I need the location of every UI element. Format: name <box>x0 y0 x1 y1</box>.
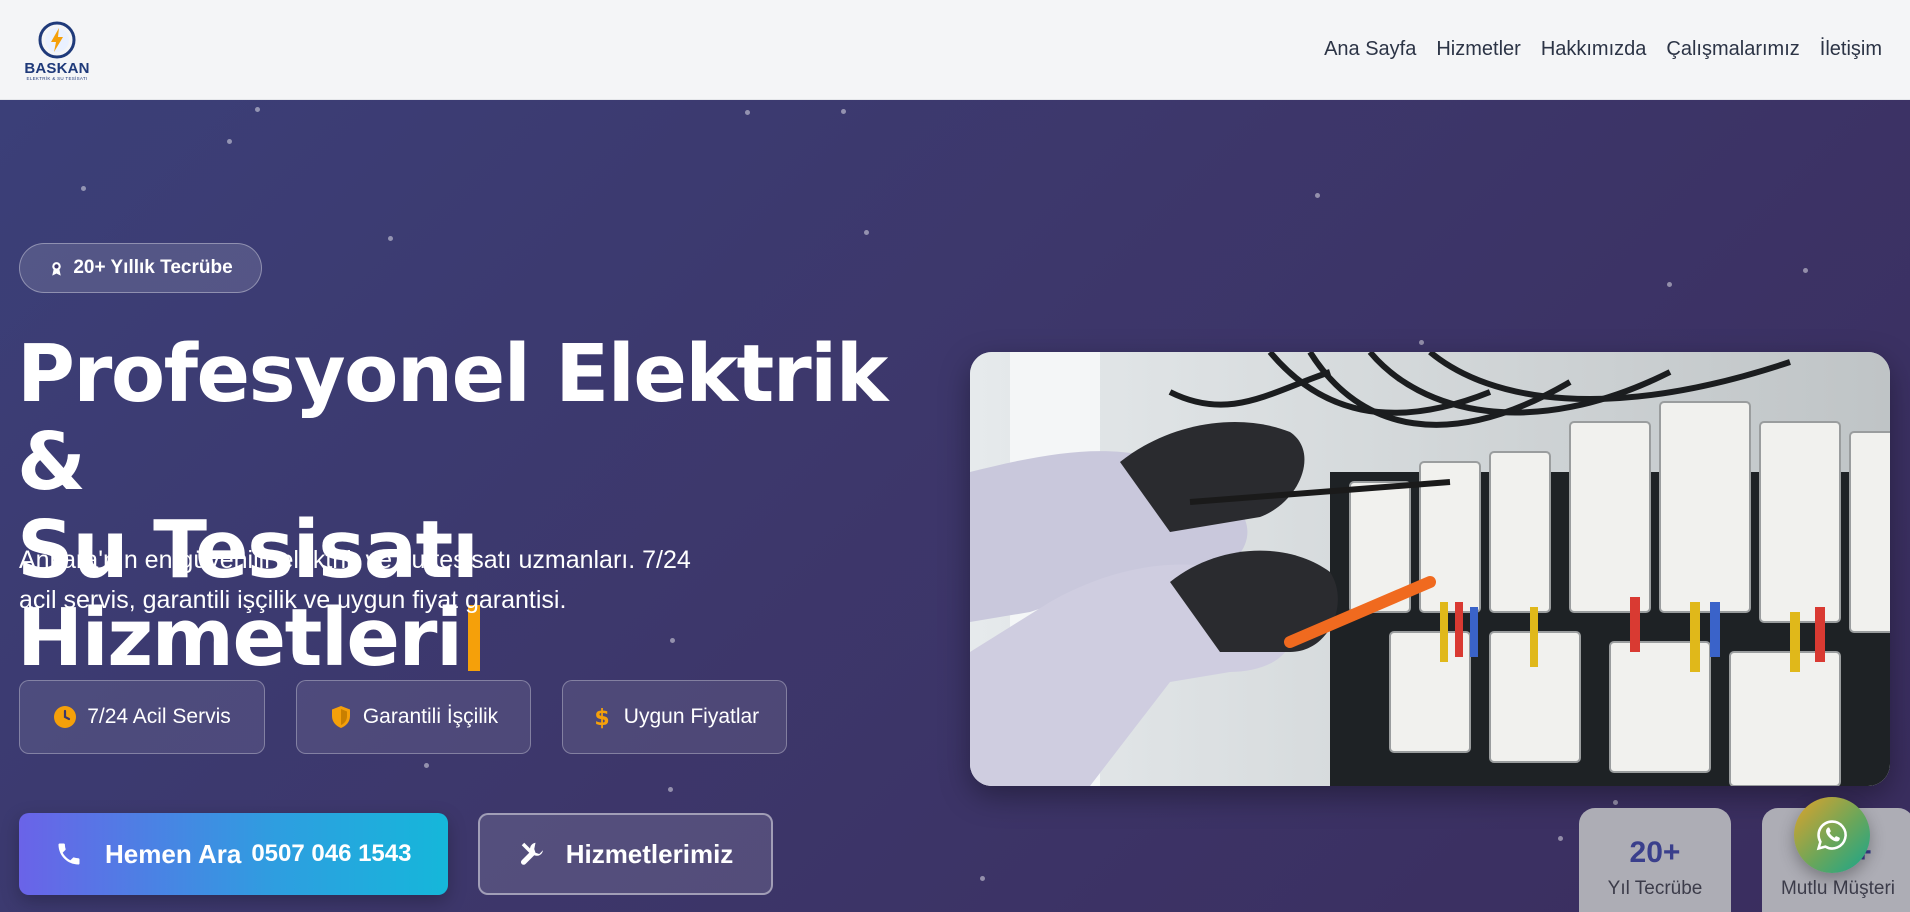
tools-icon <box>520 842 543 865</box>
decor-star <box>227 139 232 144</box>
hero-subtitle-line2: acil servis, garantili işçilik ve uygun … <box>19 586 567 614</box>
decor-star <box>980 876 985 881</box>
nav-about[interactable]: Hakkımızda <box>1541 38 1647 61</box>
nav-services[interactable]: Hizmetler <box>1436 38 1520 61</box>
shield-icon <box>331 706 350 728</box>
nav-works[interactable]: Çalışmalarımız <box>1666 38 1799 61</box>
feature-guarantee: Garantili İşçilik <box>296 680 531 754</box>
decor-star <box>255 107 260 112</box>
decor-star <box>424 763 429 768</box>
hero-title-line1: Profesyonel Elektrik & <box>17 328 888 508</box>
phone-icon <box>58 843 80 865</box>
stat-number: 20+ <box>1629 836 1681 869</box>
decor-star <box>81 186 86 191</box>
call-phone: 0507 046 1543 <box>251 840 412 867</box>
feature-emergency: 7/24 Acil Servis <box>19 680 265 754</box>
stat-label: Mutlu Müşteri <box>1780 878 1896 899</box>
electrician-photo <box>970 352 1890 786</box>
call-label: Hemen Ara <box>105 838 242 869</box>
logo[interactable]: BASKAN ELEKTRİK & SU TESİSATI <box>18 20 96 82</box>
award-icon <box>52 261 62 276</box>
nav-home[interactable]: Ana Sayfa <box>1324 38 1416 61</box>
services-button[interactable]: Hizmetlerimiz <box>478 813 773 895</box>
clock-icon <box>54 706 77 728</box>
hero-subtitle: Ankara'nın en güvenilir elektrik ve su t… <box>19 540 779 620</box>
feature-price: $ Uygun Fiyatlar <box>562 680 787 754</box>
hero-photo <box>970 352 1890 786</box>
decor-star <box>1667 282 1672 287</box>
services-label: Hizmetlerimiz <box>565 838 734 869</box>
feature-label: 7/24 Acil Servis <box>87 705 231 728</box>
feature-label: Garantili İşçilik <box>362 705 499 728</box>
main-nav: Ana Sayfa Hizmetler Hakkımızda Çalışmala… <box>1324 38 1882 61</box>
site-header: BASKAN ELEKTRİK & SU TESİSATI Ana Sayfa … <box>0 0 1910 100</box>
hero-section: 20+ Yıllık Tecrübe Profesyonel Elektrik … <box>0 100 1910 912</box>
badge-label: 20+ Yıllık Tecrübe <box>73 257 233 278</box>
whatsapp-icon <box>1816 820 1847 851</box>
stat-label: Yıl Tecrübe <box>1607 878 1703 899</box>
nav-contact[interactable]: İletişim <box>1820 38 1882 61</box>
hero-subtitle-line1: Ankara'nın en güvenilir elektrik ve su t… <box>19 546 691 574</box>
decor-star <box>1803 268 1808 273</box>
whatsapp-button[interactable] <box>1794 797 1870 873</box>
decor-star <box>388 236 393 241</box>
experience-badge: 20+ Yıllık Tecrübe <box>19 243 262 293</box>
decor-star <box>841 109 846 114</box>
logo-brand: BASKAN <box>24 60 90 77</box>
decor-star <box>864 230 869 235</box>
decor-star <box>668 787 673 792</box>
feature-label: Uygun Fiyatlar <box>623 705 760 728</box>
stat-card-experience: 20+ Yıl Tecrübe <box>1579 808 1731 912</box>
decor-star <box>1558 836 1563 841</box>
call-now-button[interactable]: Hemen Ara 0507 046 1543 <box>19 813 448 895</box>
decor-star <box>1315 193 1320 198</box>
decor-star <box>1613 800 1618 805</box>
decor-star <box>745 110 750 115</box>
svg-text:$: $ <box>594 706 609 729</box>
hero-title: Profesyonel Elektrik & Su Tesisatı Hizme… <box>17 330 947 682</box>
logo-icon <box>38 21 76 59</box>
dollar-icon: $ <box>594 706 609 729</box>
logo-tagline: ELEKTRİK & SU TESİSATI <box>26 76 88 81</box>
decor-star <box>1419 340 1424 345</box>
